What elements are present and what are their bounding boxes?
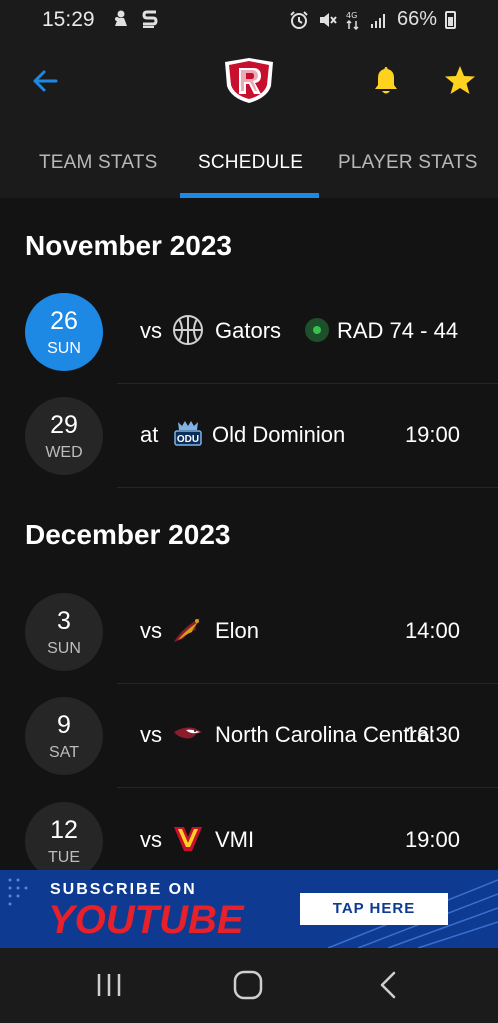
bell-icon[interactable]	[371, 65, 401, 97]
game-weekday: SUN	[47, 340, 81, 357]
opponent-name: Gators	[215, 318, 282, 343]
game-day: 9	[57, 711, 71, 739]
mute-icon	[319, 12, 337, 27]
game-venue-prefix: vs	[140, 618, 162, 643]
date-badge: 26 SUN	[25, 293, 103, 371]
game-venue-prefix: at	[140, 422, 159, 447]
app-notification-icon	[140, 8, 160, 33]
game-venue-prefix: vs	[140, 827, 162, 852]
month-header: December 2023	[25, 519, 231, 550]
opponent-name: North Carolina Central	[215, 722, 434, 747]
elon-phoenix-icon	[174, 618, 200, 642]
radford-logo	[225, 58, 273, 103]
recent-apps-icon[interactable]	[92, 970, 126, 1000]
game-day: 12	[50, 816, 78, 844]
signal-icon	[370, 13, 385, 28]
game-score: RAD 74 - 44	[337, 318, 459, 343]
tab-active-indicator	[180, 193, 319, 198]
vmi-logo-icon	[174, 827, 202, 851]
system-nav-bar	[0, 948, 498, 1023]
date-badge: 12 TUE	[25, 802, 103, 880]
game-weekday: WED	[45, 444, 83, 461]
game-row[interactable]: 26 SUN vs Gators RAD 74 - 44	[0, 280, 498, 384]
tab-player-stats[interactable]: PLAYER STATS	[338, 152, 478, 174]
final-status-icon	[305, 318, 329, 342]
game-day: 3	[57, 607, 71, 635]
status-right-icons: 4G 66%	[289, 8, 456, 31]
row-divider	[117, 487, 498, 488]
game-venue-prefix: vs	[140, 318, 162, 343]
odu-logo-icon: ODU	[174, 421, 202, 446]
game-row[interactable]: 29 WED at ODU Old Dominion 19:00	[0, 384, 498, 488]
star-icon[interactable]	[444, 64, 476, 96]
nav-back-icon[interactable]	[372, 970, 406, 1000]
tab-team-stats[interactable]: TEAM STATS	[39, 152, 157, 174]
game-venue-prefix: vs	[140, 722, 162, 747]
opponent-name: Old Dominion	[212, 422, 346, 447]
game-time: 19:00	[404, 827, 460, 852]
date-badge: 29 WED	[25, 397, 103, 475]
month-header: November 2023	[25, 230, 233, 261]
battery-percent: 66%	[396, 8, 437, 30]
tab-schedule[interactable]: SCHEDULE	[198, 152, 303, 174]
game-weekday: SUN	[47, 640, 81, 657]
row-divider	[117, 787, 498, 788]
svg-text:4G: 4G	[346, 11, 357, 20]
back-arrow-icon[interactable]	[28, 64, 62, 98]
basketball-icon	[173, 315, 203, 345]
battery-icon	[445, 10, 456, 29]
svg-text:ODU: ODU	[177, 434, 199, 445]
decorative-dots	[8, 878, 28, 906]
notification-icon	[112, 8, 130, 33]
app-bar	[0, 42, 498, 130]
opponent-name: Elon	[215, 618, 260, 643]
date-badge: 9 SAT	[25, 697, 103, 775]
alarm-icon	[290, 10, 308, 29]
date-badge: 3 SUN	[25, 593, 103, 671]
opponent-name: VMI	[215, 827, 255, 852]
status-bar: 15:29 4G 66%	[0, 0, 498, 42]
banner-title: YOUTUBE	[48, 898, 244, 942]
game-time: 14:00	[404, 618, 460, 643]
tab-bar: · TEAM STATS SCHEDULE PLAYER STATS	[0, 130, 498, 198]
status-time: 15:29	[42, 8, 95, 31]
eagle-logo-icon	[174, 727, 202, 739]
banner-subtitle: SUBSCRIBE ON	[50, 881, 197, 898]
home-icon[interactable]	[231, 970, 265, 1000]
game-row[interactable]: 3 SUN vs Elon 14:00	[0, 580, 498, 684]
game-day: 26	[50, 307, 78, 335]
game-time: 16:30	[404, 722, 460, 747]
tap-here-button[interactable]: TAP HERE	[300, 893, 448, 925]
game-time: 19:00	[404, 422, 460, 447]
game-row[interactable]: 9 SAT vs North Carolina Central 16:30	[0, 684, 498, 788]
data-icon: 4G	[346, 11, 359, 30]
game-weekday: TUE	[48, 849, 80, 866]
game-weekday: SAT	[49, 744, 79, 761]
game-day: 29	[50, 411, 78, 439]
youtube-ad-banner[interactable]: SUBSCRIBE ON YOUTUBE TAP HERE	[0, 870, 498, 948]
